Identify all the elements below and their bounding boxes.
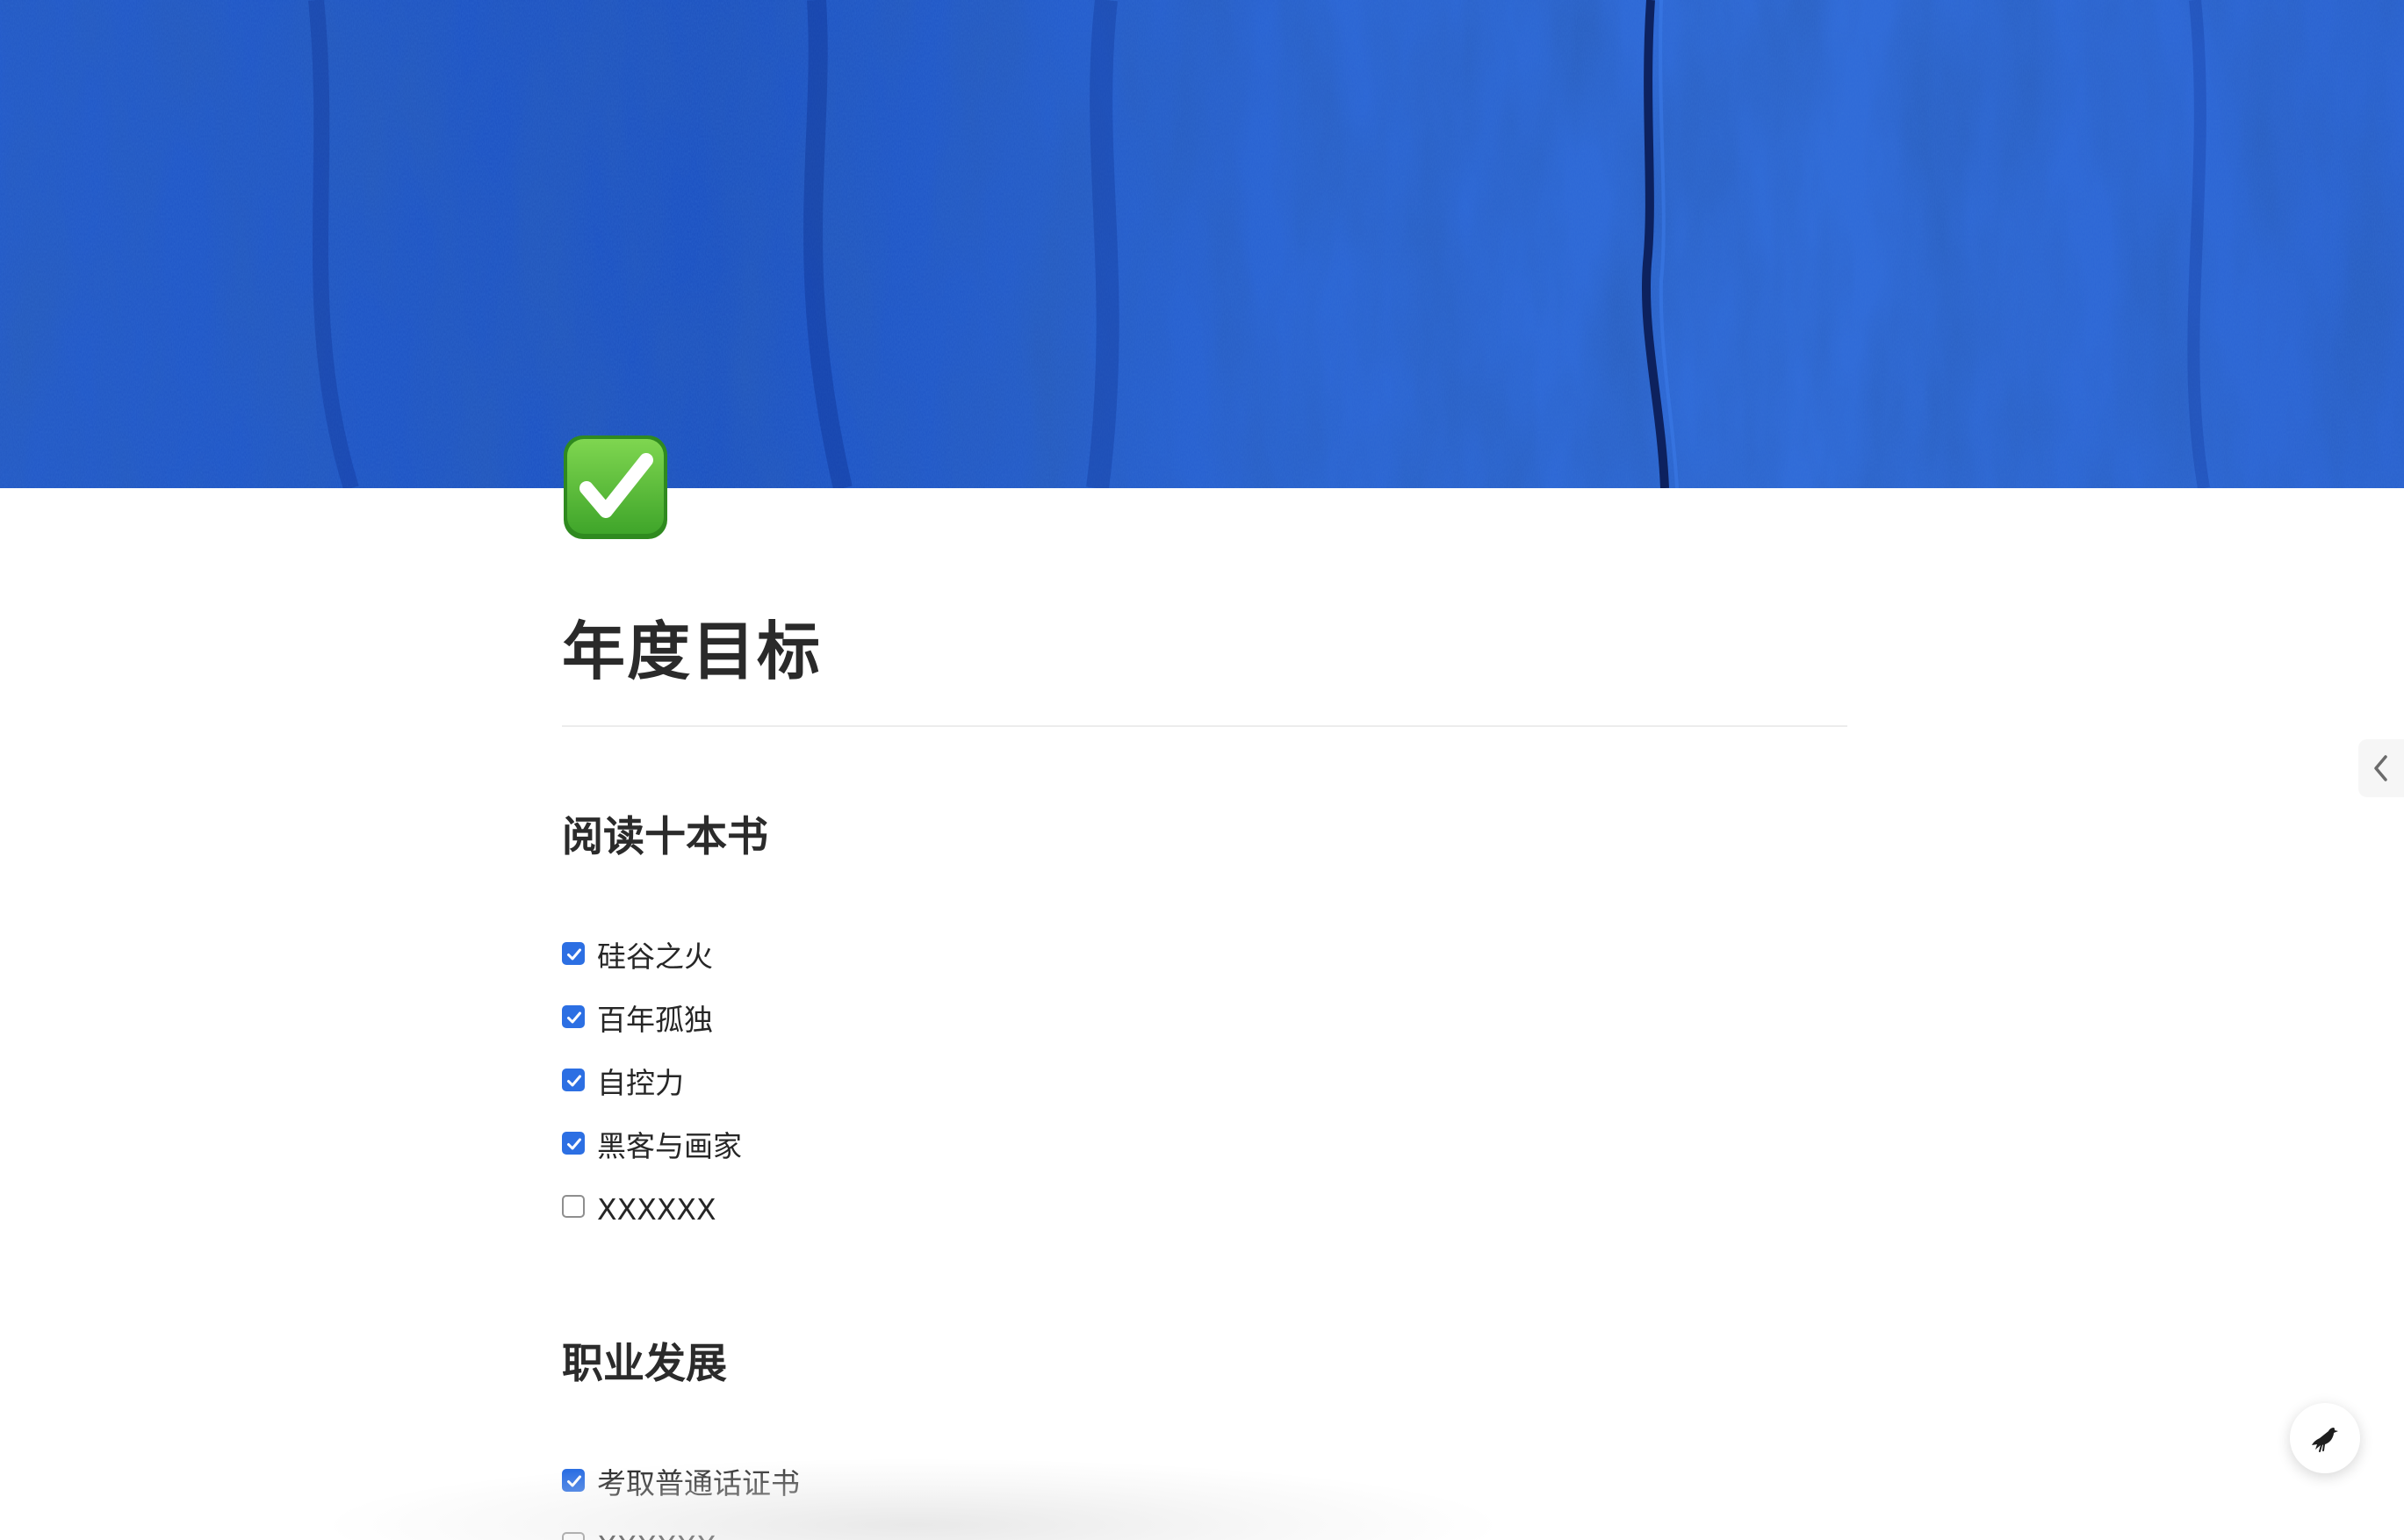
todo-item: XXXXXX [562, 1178, 1847, 1241]
todo-list-reading: 硅谷之火 百年孤独 自控力 黑客与画家 XXXXXX [562, 925, 1847, 1241]
title-divider [562, 725, 1847, 727]
todo-item: 黑客与画家 [562, 1115, 1847, 1178]
section-heading-reading[interactable]: 阅读十本书 [562, 810, 1847, 866]
bird-icon [2312, 1428, 2338, 1452]
section-heading-career[interactable]: 职业发展 [562, 1336, 1847, 1392]
todo-label[interactable]: XXXXXX [597, 1192, 716, 1227]
todo-item: 考取普通话证书 [562, 1452, 1847, 1515]
checkbox-checked[interactable] [562, 942, 585, 965]
checkbox-unchecked[interactable] [562, 1195, 585, 1218]
checkbox-unchecked[interactable] [562, 1532, 585, 1540]
todo-label[interactable]: 黑客与画家 [597, 1129, 742, 1164]
todo-label[interactable]: 考取普通话证书 [597, 1466, 800, 1501]
todo-item: 硅谷之火 [562, 925, 1847, 989]
todo-label[interactable]: 百年孤独 [597, 1003, 713, 1038]
checkbox-checked[interactable] [562, 1132, 585, 1155]
todo-label[interactable]: 自控力 [597, 1066, 684, 1101]
checkbox-checked[interactable] [562, 1069, 585, 1091]
checkbox-checked[interactable] [562, 1469, 585, 1492]
notion-page: 年度目标 阅读十本书 硅谷之火 百年孤独 自控力 黑客与画家 XXXXXX 职业… [0, 0, 2404, 1540]
cover-image[interactable] [0, 0, 2404, 488]
page-title[interactable]: 年度目标 [562, 597, 1847, 706]
todo-item: 自控力 [562, 1052, 1847, 1115]
checkbox-checked[interactable] [562, 1005, 585, 1028]
todo-label[interactable]: 硅谷之火 [597, 939, 713, 975]
todo-item: XXXXXX [562, 1515, 1847, 1540]
floating-help-button[interactable] [2290, 1403, 2360, 1473]
chevron-left-icon [2374, 755, 2387, 781]
page-content: 年度目标 阅读十本书 硅谷之火 百年孤独 自控力 黑客与画家 XXXXXX 职业… [562, 597, 1847, 1540]
sidebar-toggle-button[interactable] [2358, 739, 2404, 797]
todo-label[interactable]: XXXXXX [597, 1529, 716, 1540]
check-mark-button-icon[interactable] [562, 434, 669, 541]
todo-item: 百年孤独 [562, 989, 1847, 1052]
todo-list-career: 考取普通话证书 XXXXXX [562, 1452, 1847, 1540]
